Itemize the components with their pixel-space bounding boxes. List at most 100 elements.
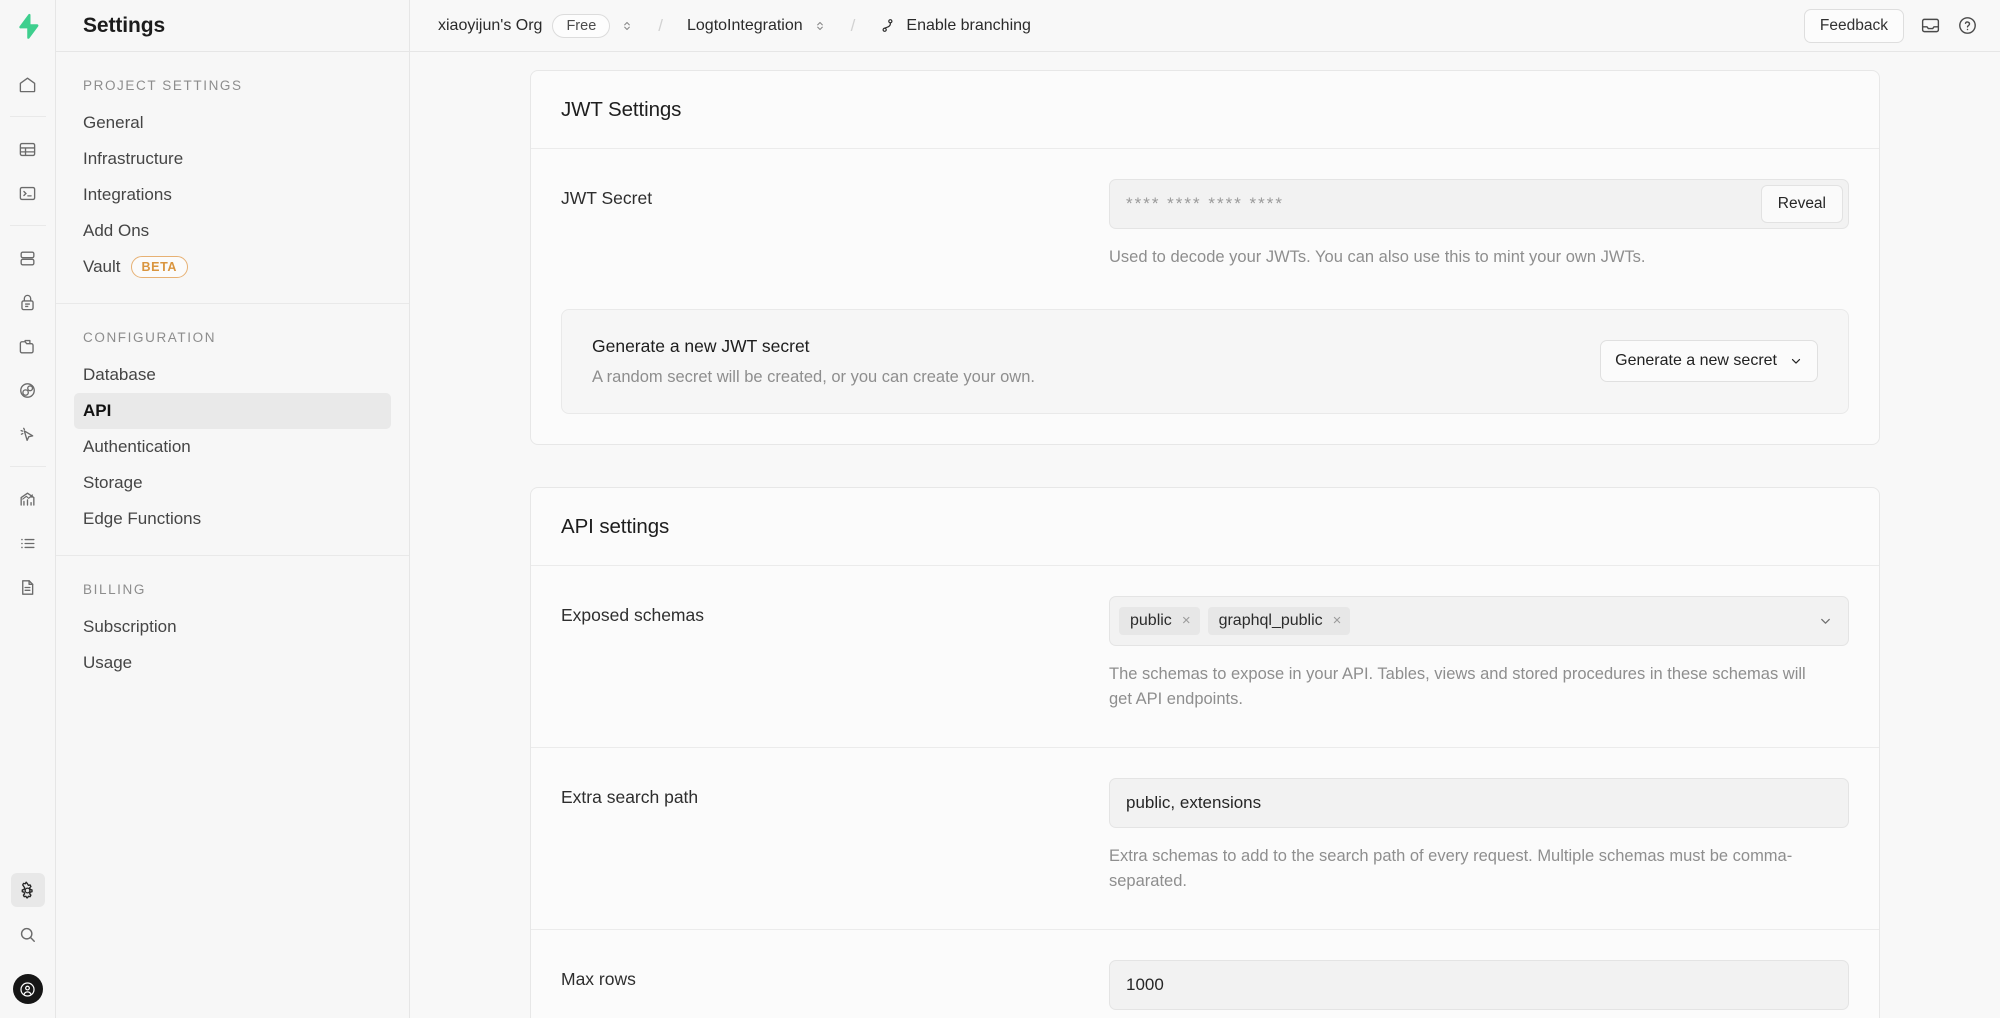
api-setting-field: public, extensions Extra schemas to add t…: [1109, 778, 1849, 895]
close-icon[interactable]: ×: [1182, 613, 1191, 628]
api-setting-helper: The schemas to expose in your API. Table…: [1109, 662, 1829, 713]
breadcrumb-separator: /: [658, 16, 663, 36]
jwt-secret-input-wrap: **** **** **** **** Reveal: [1109, 179, 1849, 229]
api-rows: Exposed schemas public × graphql_public × The…: [531, 566, 1879, 1018]
sidebar-item-label: Authentication: [83, 437, 191, 457]
rail-group-primary: [0, 52, 55, 116]
feedback-button[interactable]: Feedback: [1804, 9, 1904, 43]
api-setting-row: Max rows1000: [531, 929, 1879, 1018]
schema-chip-label: public: [1130, 612, 1172, 630]
sidebar-section: CONFIGURATION Database API Authentication St…: [56, 303, 409, 555]
api-setting-label: Extra search path: [561, 778, 1109, 895]
sidebar-item-label: Infrastructure: [83, 149, 183, 169]
exposed-schemas-multiselect[interactable]: public × graphql_public ×: [1109, 596, 1849, 646]
generate-new-secret-label: Generate a new secret: [1615, 352, 1777, 370]
sidebar-section-label: PROJECT SETTINGS: [56, 78, 409, 105]
jwt-secret-helper: Used to decode your JWTs. You can also u…: [1109, 245, 1829, 271]
edge-functions-icon[interactable]: [11, 373, 45, 407]
sidebar-item-general[interactable]: General: [74, 105, 391, 141]
enable-branching-button[interactable]: Enable branching: [879, 17, 1031, 35]
jwt-secret-row: JWT Secret **** **** **** **** Reveal Us…: [531, 149, 1879, 305]
extra-search-path-input[interactable]: public, extensions: [1109, 778, 1849, 828]
jwt-secret-input[interactable]: **** **** **** ****: [1109, 179, 1849, 229]
jwt-card-title: JWT Settings: [561, 98, 1849, 122]
sidebar-item-label: General: [83, 113, 143, 133]
api-setting-row: Exposed schemas public × graphql_public × The…: [531, 566, 1879, 747]
max-rows-input[interactable]: 1000: [1109, 960, 1849, 1010]
breadcrumb-project[interactable]: LogtoIntegration: [687, 17, 803, 35]
sidebar-item-authentication[interactable]: Authentication: [74, 429, 391, 465]
auth-lock-icon[interactable]: [11, 285, 45, 319]
sidebar-item-storage[interactable]: Storage: [74, 465, 391, 501]
sidebar-item-label: API: [83, 401, 111, 421]
search-icon[interactable]: [11, 917, 45, 951]
status-badge: BETA: [131, 256, 189, 278]
reveal-button[interactable]: Reveal: [1761, 185, 1843, 223]
plan-badge[interactable]: Free: [552, 14, 610, 38]
storage-folder-icon[interactable]: [11, 329, 45, 363]
sql-editor-icon[interactable]: [11, 176, 45, 210]
rail-group-editors: [0, 117, 55, 225]
sidebar-item-api[interactable]: API: [74, 393, 391, 429]
generate-jwt-subtitle: A random secret will be created, or you …: [592, 368, 1600, 387]
api-setting-helper: Extra schemas to add to the search path …: [1109, 844, 1829, 895]
sidebar-section: PROJECT SETTINGS General Infrastructure Int…: [56, 52, 409, 303]
sidebar-item-label: Integrations: [83, 185, 172, 205]
api-setting-field: 1000: [1109, 960, 1849, 1010]
sidebar-header: Settings: [56, 0, 409, 52]
sidebar-item-subscription[interactable]: Subscription: [74, 609, 391, 645]
sidebar-item-usage[interactable]: Usage: [74, 645, 391, 681]
sidebar-section-label: CONFIGURATION: [56, 330, 409, 357]
top-bar: xiaoyijun's Org Free / LogtoIntegration …: [410, 0, 2000, 52]
home-icon[interactable]: [11, 67, 45, 101]
api-setting-label: Exposed schemas: [561, 596, 1109, 713]
sidebar-item-label: Usage: [83, 653, 132, 673]
table-editor-icon[interactable]: [11, 132, 45, 166]
jwt-settings-card: JWT Settings JWT Secret **** **** **** *…: [530, 70, 1880, 445]
sidebar-item-label: Subscription: [83, 617, 177, 637]
sidebar-item-integrations[interactable]: Integrations: [74, 177, 391, 213]
sidebar-item-add-ons[interactable]: Add Ons: [74, 213, 391, 249]
inbox-icon[interactable]: [1920, 15, 1941, 36]
logs-list-icon[interactable]: [11, 526, 45, 560]
sidebar-item-label: Edge Functions: [83, 509, 201, 529]
org-switcher-chevron-icon[interactable]: [620, 19, 634, 33]
rail-group-observability: [0, 467, 55, 619]
api-settings-card: API settings Exposed schemas public × graph…: [530, 487, 1880, 1018]
project-settings-gear-icon[interactable]: [11, 873, 45, 907]
content-scroll-area[interactable]: JWT Settings JWT Secret **** **** **** *…: [410, 52, 2000, 1018]
supabase-logo[interactable]: [0, 0, 56, 52]
help-circle-icon[interactable]: [1957, 15, 1978, 36]
breadcrumb-org[interactable]: xiaoyijun's Org: [438, 17, 542, 35]
content-inner: JWT Settings JWT Secret **** **** **** *…: [410, 52, 2000, 1018]
sidebar-section: BILLING Subscription Usage: [56, 555, 409, 699]
database-icon[interactable]: [11, 241, 45, 275]
realtime-cursor-icon[interactable]: [11, 417, 45, 451]
api-docs-icon[interactable]: [11, 570, 45, 604]
project-switcher-chevron-icon[interactable]: [813, 19, 827, 33]
generate-jwt-title: Generate a new JWT secret: [592, 336, 1600, 357]
sidebar-item-vault[interactable]: Vault BETA: [74, 249, 391, 285]
api-setting-label: Max rows: [561, 960, 1109, 1010]
schema-chip-label: graphql_public: [1219, 612, 1323, 630]
settings-sidebar: Settings PROJECT SETTINGS General Infrastr…: [56, 0, 410, 1018]
generate-jwt-secret-panel: Generate a new JWT secret A random secre…: [561, 309, 1849, 414]
jwt-secret-field-group: **** **** **** **** Reveal Used to decod…: [1109, 179, 1849, 271]
sidebar-item-label: Vault: [83, 257, 121, 277]
jwt-card-header: JWT Settings: [531, 71, 1879, 149]
icon-rail: [0, 0, 56, 1018]
sidebar-item-label: Database: [83, 365, 156, 385]
app-root: Settings PROJECT SETTINGS General Infrastr…: [0, 0, 2000, 1018]
chevron-down-icon[interactable]: [1818, 613, 1833, 628]
rail-group-services: [0, 226, 55, 466]
api-card-header: API settings: [531, 488, 1879, 566]
close-icon[interactable]: ×: [1333, 613, 1342, 628]
sidebar-item-edge-functions[interactable]: Edge Functions: [74, 501, 391, 537]
reports-chart-icon[interactable]: [11, 482, 45, 516]
sidebar-item-database[interactable]: Database: [74, 357, 391, 393]
avatar[interactable]: [13, 974, 43, 1004]
sidebar-item-infrastructure[interactable]: Infrastructure: [74, 141, 391, 177]
sidebar-section-label: BILLING: [56, 582, 409, 609]
jwt-secret-label: JWT Secret: [561, 179, 1109, 271]
generate-new-secret-button[interactable]: Generate a new secret: [1600, 340, 1818, 382]
